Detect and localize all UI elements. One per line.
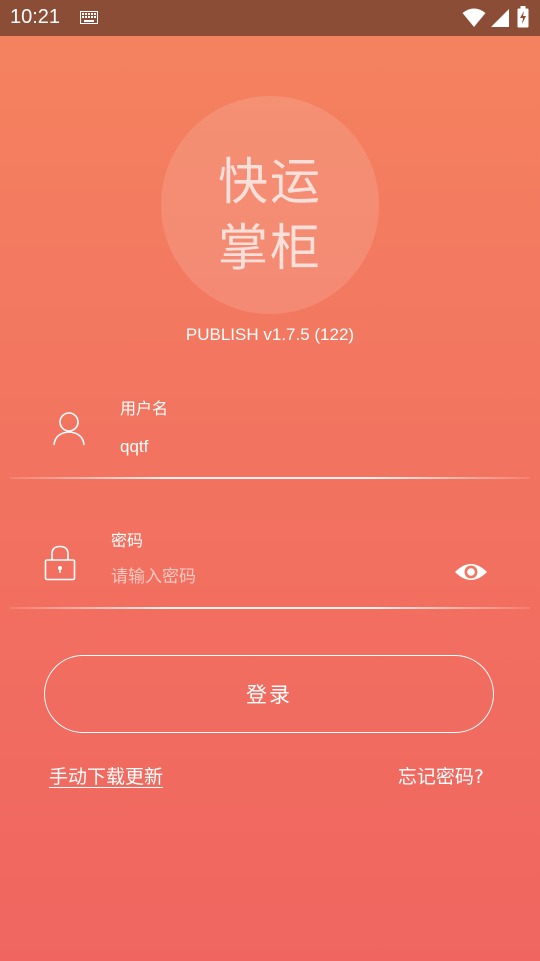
eye-icon[interactable] — [454, 560, 488, 584]
password-label: 密码 — [111, 531, 144, 550]
logo-line-1: 快运 — [218, 153, 322, 211]
manual-download-link[interactable]: 手动下载更新 — [49, 762, 163, 789]
logo-line-2: 掌柜 — [218, 219, 322, 277]
lock-icon — [44, 545, 76, 581]
password-divider — [10, 607, 530, 609]
password-input[interactable] — [111, 567, 431, 587]
battery-icon — [517, 6, 529, 28]
username-input[interactable] — [120, 437, 440, 457]
user-icon — [53, 412, 85, 446]
username-label: 用户名 — [120, 399, 169, 418]
signal-icon — [491, 9, 509, 27]
username-divider — [10, 477, 530, 479]
login-button[interactable]: 登录 — [44, 655, 494, 733]
app-logo: 快运 掌柜 — [161, 96, 379, 314]
version-label: PUBLISH v1.7.5 (122) — [185, 325, 355, 344]
status-bar: 10:21 — [0, 0, 540, 36]
keyboard-icon — [80, 11, 98, 24]
wifi-icon — [462, 8, 486, 27]
forgot-password-link[interactable]: 忘记密码? — [398, 762, 484, 789]
status-time: 10:21 — [10, 6, 61, 28]
